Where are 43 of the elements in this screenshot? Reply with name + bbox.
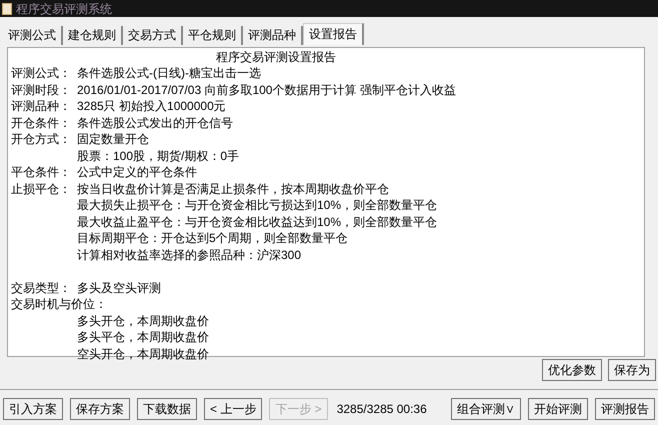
field-value: 固定数量开仓 (77, 131, 149, 148)
window-title: 程序交易评测系统 (16, 2, 112, 14)
tab[interactable]: 交易方式 (123, 26, 183, 45)
tab[interactable]: 评测公式 (3, 26, 63, 45)
field-value: 条件选股公式发出的开仓信号 (77, 114, 233, 131)
field-value: 最大收益止盈平仓：与开仓资金相比收益达到10%，则全部数量平仓 (77, 214, 438, 230)
field-label: 平仓条件： (11, 164, 72, 180)
field-value: 目标周期平仓：开仓达到5个周期，则全部数量平仓 (77, 230, 348, 246)
toolbar-button[interactable]: 评测报告 (595, 398, 655, 420)
tab[interactable]: 平仓规则 (183, 26, 243, 45)
field-label: 评测品种： (11, 98, 72, 114)
field-label: 止损平仓： (11, 180, 72, 197)
toolbar-button[interactable]: < 上一步 (204, 398, 262, 420)
field-value: 3285只 初始投入1000000元 (77, 98, 226, 114)
toolbar-button[interactable]: 优化参数 (542, 359, 602, 381)
toolbar-button[interactable]: 保存为 (608, 359, 656, 381)
field-label: 评测公式： (11, 65, 72, 82)
field-label: 交易类型： (11, 280, 72, 296)
toolbar-button[interactable]: 引入方案 (3, 398, 63, 420)
toolbar-button[interactable]: 下载数据 (137, 398, 197, 420)
field-label: 交易时机与价位： (11, 296, 107, 312)
tab[interactable]: 建仓规则 (63, 26, 123, 45)
field-value: 多头平仓，本周期收盘价 (77, 329, 209, 346)
toolbar-button[interactable]: 保存方案 (70, 398, 130, 420)
toolbar-button[interactable]: 开始评测 (528, 398, 588, 420)
field-value: 股票：100股，期货/期权：0手 (77, 148, 240, 164)
field-value: 计算相对收益率选择的参照品种：沪深300 (77, 246, 302, 263)
progress-status: 3285/3285 00:36 (336, 400, 427, 418)
field-label: 开仓方式： (11, 131, 72, 148)
field-label: 开仓条件： (11, 114, 72, 131)
field-label: 评测时段： (11, 82, 72, 98)
field-value: 多头开仓，本周期收盘价 (77, 312, 209, 329)
field-value: 空头开仓，本周期收盘价 (77, 346, 209, 362)
toolbar-button[interactable]: 组合评测∨ (451, 398, 521, 420)
field-value: 2016/01/01-2017/07/03 向前多取100个数据用于计算 强制平仓计入收益 (77, 82, 456, 98)
tab[interactable]: 设置报告 (303, 23, 364, 45)
report-title: 程序交易评测设置报告 (215, 49, 337, 65)
field-value: 多头及空头评测 (77, 280, 161, 296)
field-value: 最大损失止损平仓：与开仓资金相比亏损达到10%，则全部数量平仓 (77, 197, 438, 214)
field-value: 条件选股公式-(日线)-糖宝出击一选 (77, 65, 261, 82)
field-value: 按当日收盘价计算是否满足止损条件，按本周期收盘价平仓 (77, 180, 389, 197)
field-value: 公式中定义的平仓条件 (77, 164, 197, 180)
app-icon (2, 2, 12, 14)
